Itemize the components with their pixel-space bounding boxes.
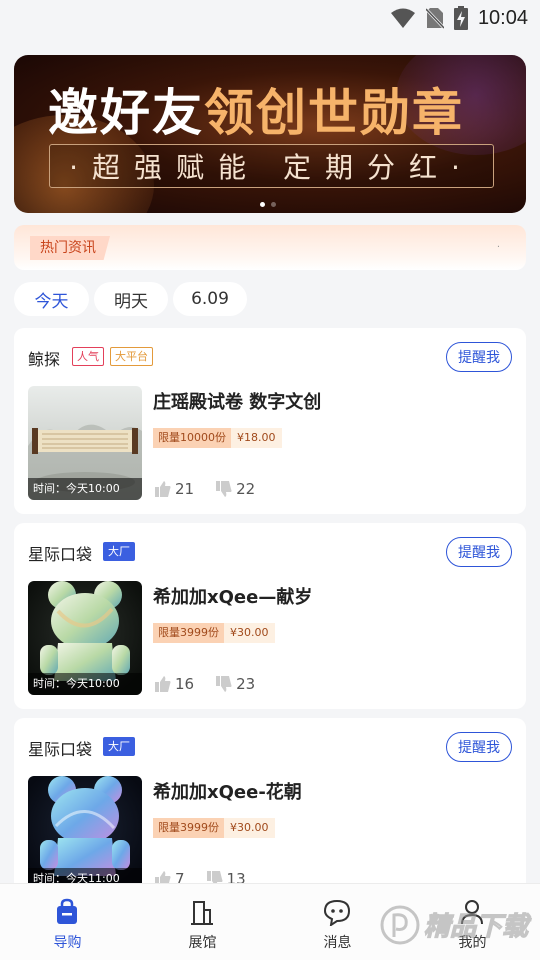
carousel-indicator <box>260 202 276 207</box>
tab-tomorrow[interactable]: 明天 <box>94 282 168 316</box>
platform-badges: 大厂 <box>103 542 135 561</box>
remind-me-button[interactable]: 提醒我 <box>446 537 512 567</box>
building-icon <box>191 901 213 925</box>
tab-date[interactable]: 6.09 <box>173 282 247 316</box>
banner-subtitle: ·超强赋能 定期分红· <box>49 144 494 188</box>
thumbs-down-icon <box>216 676 232 692</box>
platform-name: 星际口袋 <box>28 740 93 759</box>
dislike-button[interactable]: 23 <box>216 675 255 693</box>
like-button[interactable]: 21 <box>155 480 194 498</box>
clock: 10:04 <box>477 6 528 29</box>
sale-time: 时间：今天10:00 <box>28 673 142 695</box>
dislike-button[interactable]: 22 <box>216 480 255 498</box>
status-bar: 10:04 <box>0 0 540 36</box>
hot-news-tag: 热门资讯 <box>30 236 110 260</box>
like-count: 21 <box>175 480 195 498</box>
product-image[interactable]: 时间：今天10:00 <box>28 386 142 500</box>
nav-label: 展馆 <box>188 935 217 951</box>
thumbs-up-icon <box>155 676 171 692</box>
watermark-logo: 精品下载 <box>380 905 533 945</box>
product-title: 庄瑶殿试卷 数字文创 <box>153 392 322 413</box>
chat-bubble-icon <box>323 899 351 926</box>
product-image[interactable]: 时间：今天11:00 <box>28 776 142 890</box>
product-image[interactable]: 时间：今天10:00 <box>28 581 142 695</box>
carousel-dot <box>271 202 276 207</box>
banner-title-part1: 邀好友 <box>48 84 204 142</box>
limit-price-tag: 限量10000份 ¥18.00 <box>153 428 282 448</box>
promo-banner[interactable]: 邀好友领创世勋章 ·超强赋能 定期分红· <box>14 55 526 213</box>
nav-label: 导购 <box>53 935 82 951</box>
limit-price-tag: 限量3999份 ¥30.00 <box>153 623 275 643</box>
remind-me-button[interactable]: 提醒我 <box>446 342 512 372</box>
hot-news-bar[interactable]: 热门资讯 . <box>14 225 526 270</box>
limit-quantity: 限量3999份 <box>153 623 224 643</box>
product-card[interactable]: 星际口袋 大厂 提醒我 时间：今天10:00 希加加xQee—献岁 限量3999… <box>14 523 526 709</box>
badge: 大厂 <box>103 737 135 756</box>
sale-time: 时间：今天10:00 <box>28 478 142 500</box>
product-card[interactable]: 鲸探 人气 大平台 提醒我 时间：今天10:00 庄瑶殿试卷 数字文创 限量10… <box>14 328 526 514</box>
shopping-bag-icon <box>57 898 77 924</box>
vote-stats: 21 22 <box>155 480 255 498</box>
product-card[interactable]: 星际口袋 大厂 提醒我 时间：今天11:00 希加加xQee-花朝 限量3999… <box>14 718 526 904</box>
badge: 人气 <box>72 347 104 366</box>
price: ¥18.00 <box>231 428 282 448</box>
news-marquee: . <box>496 239 500 250</box>
date-tabs: 今天 明天 6.09 <box>14 282 247 316</box>
thumbs-down-icon <box>216 481 232 497</box>
platform-name: 鲸探 <box>28 350 61 369</box>
badge: 大厂 <box>103 542 135 561</box>
thumbs-up-icon <box>155 481 171 497</box>
dislike-count: 23 <box>236 675 256 693</box>
banner-title: 邀好友领创世勋章 <box>48 73 464 145</box>
remind-me-button[interactable]: 提醒我 <box>446 732 512 762</box>
price: ¥30.00 <box>224 818 275 838</box>
battery-charging-icon <box>453 6 468 30</box>
vote-stats: 16 23 <box>155 675 255 693</box>
tab-today[interactable]: 今天 <box>14 282 89 316</box>
platform-badges: 大厂 <box>103 737 135 756</box>
platform-name: 星际口袋 <box>28 545 93 564</box>
nav-guide[interactable]: 导购 <box>0 884 135 960</box>
platform-badges: 人气 大平台 <box>72 347 153 366</box>
like-count: 16 <box>175 675 195 693</box>
wifi-icon <box>390 8 415 28</box>
no-sim-icon <box>425 7 444 29</box>
limit-quantity: 限量10000份 <box>153 428 231 448</box>
nav-gallery[interactable]: 展馆 <box>135 884 270 960</box>
limit-price-tag: 限量3999份 ¥30.00 <box>153 818 275 838</box>
badge: 大平台 <box>110 347 153 366</box>
price: ¥30.00 <box>224 623 275 643</box>
product-title: 希加加xQee-花朝 <box>153 782 302 803</box>
carousel-dot <box>260 202 265 207</box>
svg-text:精品下载: 精品下载 <box>424 912 532 942</box>
banner-title-part2: 领创世勋章 <box>204 84 464 142</box>
like-button[interactable]: 16 <box>155 675 194 693</box>
limit-quantity: 限量3999份 <box>153 818 224 838</box>
dislike-count: 22 <box>236 480 256 498</box>
product-title: 希加加xQee—献岁 <box>153 587 313 608</box>
